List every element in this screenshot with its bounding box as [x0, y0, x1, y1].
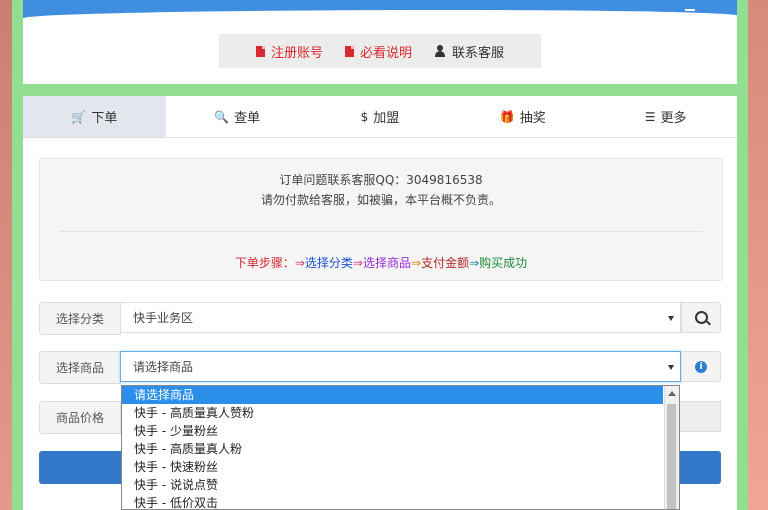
search-icon: [694, 311, 708, 324]
tab-query-label: 查单: [234, 111, 261, 126]
dropdown-option[interactable]: 快手 - 说说点赞: [122, 476, 679, 494]
tab-order[interactable]: 🛒 下单: [23, 96, 166, 137]
register-link[interactable]: 注册账号: [255, 42, 323, 61]
product-dropdown-list[interactable]: 请选择商品 快手 - 高质量真人赞粉 快手 - 少量粉丝 快手 - 高质量真人粉…: [121, 385, 680, 510]
user-icon: [434, 45, 446, 57]
category-search-button[interactable]: [681, 302, 721, 333]
dropdown-scrollbar[interactable]: [664, 386, 679, 509]
dropdown-option[interactable]: 快手 - 低价双击: [122, 494, 679, 509]
cart-icon: 🛒: [71, 109, 87, 124]
background-right: [748, 0, 768, 510]
info-icon: i: [695, 360, 707, 373]
dollar-icon: $: [360, 109, 369, 124]
step-arrow: ⇒: [469, 256, 480, 270]
document-icon: [255, 45, 265, 57]
category-value: 快手业务区: [133, 311, 194, 325]
tab-query[interactable]: 🔍 查单: [166, 96, 309, 137]
notice-divider: [60, 231, 702, 232]
category-row: 选择分类 快手业务区: [39, 302, 721, 335]
must-read-link[interactable]: 必看说明: [344, 42, 412, 61]
step-arrow: ⇒: [411, 256, 422, 270]
must-read-label: 必看说明: [359, 45, 412, 61]
product-label: 选择商品: [39, 351, 121, 384]
chevron-down-icon: [668, 316, 674, 321]
tab-lottery-label: 抽奖: [519, 111, 546, 126]
price-label: 商品价格: [39, 401, 121, 434]
tab-order-label: 下单: [91, 111, 118, 126]
step-success: 购买成功: [479, 256, 528, 270]
search-icon: 🔍: [214, 109, 230, 124]
category-select[interactable]: 快手业务区: [120, 302, 681, 333]
document-icon: [344, 45, 354, 57]
contact-service-label: 联系客服: [452, 45, 505, 61]
notice-contact: 订单问题联系客服QQ：3049816538: [279, 173, 483, 187]
tab-franchise-label: 加盟: [373, 111, 400, 126]
dropdown-option[interactable]: 快手 - 少量粉丝: [122, 422, 679, 440]
step-choose-category: 选择分类: [304, 256, 353, 270]
register-label: 注册账号: [270, 45, 323, 61]
tab-more[interactable]: ☰ 更多: [594, 96, 737, 137]
background-left: [0, 0, 12, 510]
scrollbar-thumb[interactable]: [667, 404, 676, 509]
tab-more-label: 更多: [660, 111, 687, 126]
dropdown-option[interactable]: 请选择商品: [122, 386, 663, 404]
dropdown-option[interactable]: 快手 - 高质量真人粉: [122, 440, 679, 458]
banner-wave: [23, 10, 737, 18]
tab-lottery[interactable]: 🎁 抽奖: [451, 96, 594, 137]
scroll-up-icon[interactable]: [668, 391, 676, 396]
steps-title: 下单步骤：: [234, 256, 295, 270]
product-row: 选择商品 请选择商品 i: [39, 351, 721, 384]
header-banner: [23, 0, 737, 18]
banner-dash: [685, 9, 695, 11]
tab-franchise[interactable]: $ 加盟: [309, 96, 452, 137]
category-label: 选择分类: [39, 302, 121, 335]
step-arrow: ⇒: [294, 256, 305, 270]
order-steps: 下单步骤：⇒选择分类⇒选择商品⇒支付金额⇒购买成功: [40, 254, 722, 271]
step-choose-product: 选择商品: [362, 256, 411, 270]
gift-icon: 🎁: [499, 109, 515, 124]
dropdown-option[interactable]: 快手 - 快速粉丝: [122, 458, 679, 476]
product-value: 请选择商品: [133, 360, 194, 374]
contact-service-link[interactable]: 联系客服: [434, 42, 504, 61]
step-arrow: ⇒: [352, 256, 363, 270]
notice-warning: 请勿付款给客服，如被骗，本平台概不负责。: [260, 193, 501, 207]
product-select[interactable]: 请选择商品: [120, 351, 681, 382]
tab-bar: 🛒 下单 🔍 查单 $ 加盟 🎁 抽奖 ☰ 更多: [23, 96, 737, 138]
notice-box: 订单问题联系客服QQ：3049816538 请勿付款给客服，如被骗，本平台概不负…: [39, 158, 723, 281]
step-pay: 支付金额: [421, 256, 470, 270]
product-info-button[interactable]: i: [681, 351, 721, 382]
list-icon: ☰: [644, 109, 656, 124]
dropdown-option[interactable]: 快手 - 高质量真人赞粉: [122, 404, 679, 422]
top-links-bar: 注册账号 必看说明 联系客服: [219, 34, 541, 68]
chevron-down-icon: [668, 365, 674, 370]
